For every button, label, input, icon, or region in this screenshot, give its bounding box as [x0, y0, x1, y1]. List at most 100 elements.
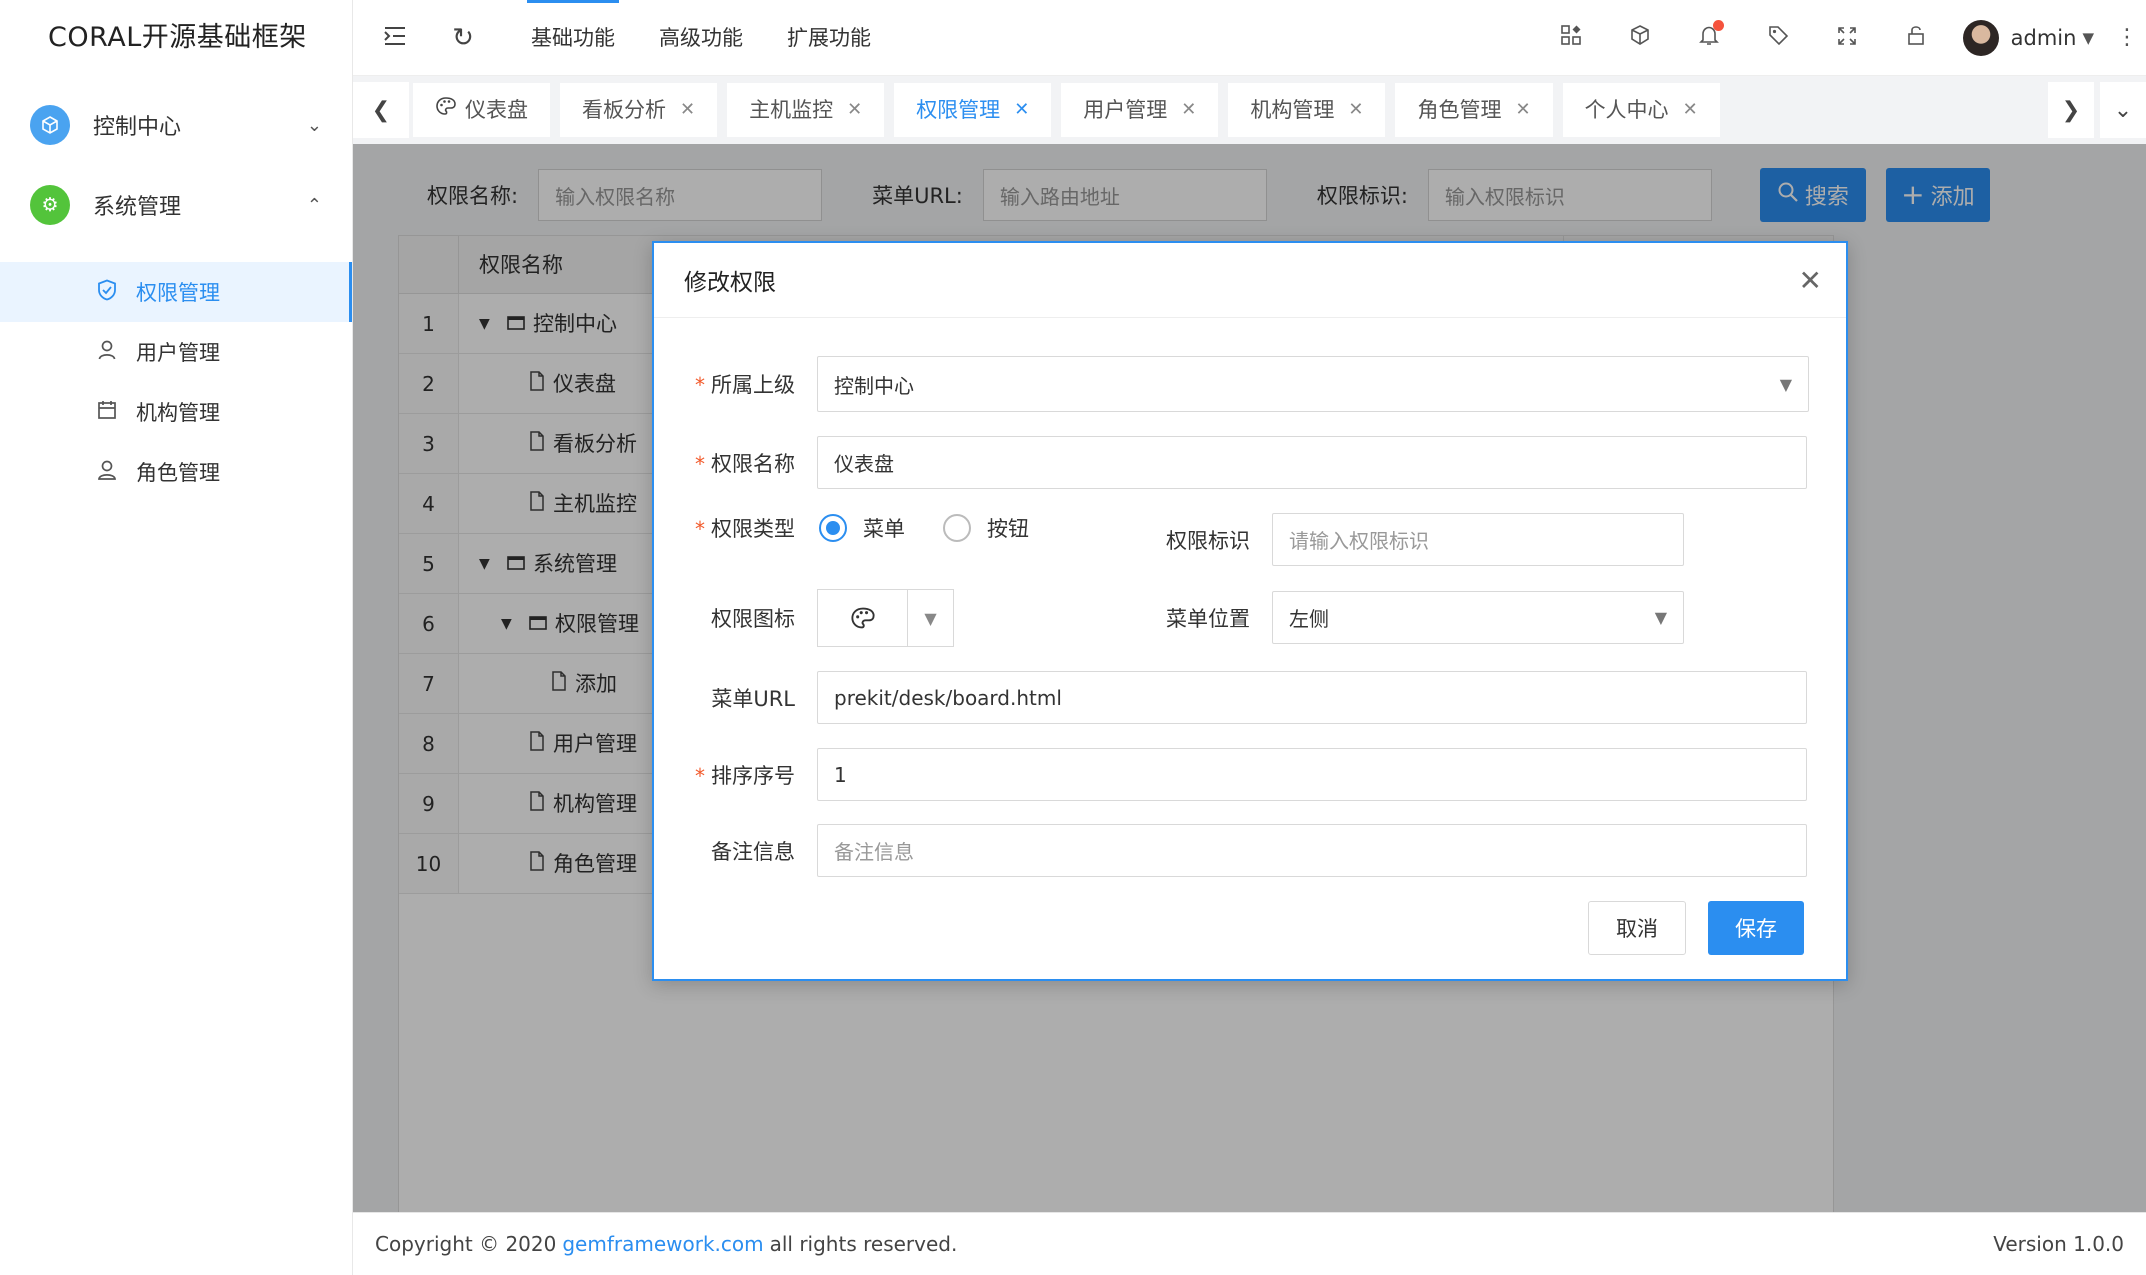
- key-input[interactable]: 请输入权限标识: [1272, 513, 1684, 566]
- tag-icon[interactable]: [1744, 24, 1813, 52]
- menu-group-control-center[interactable]: 控制中心 ⌄: [0, 84, 352, 166]
- remark-input[interactable]: 备注信息: [817, 824, 1807, 877]
- name-input[interactable]: 仪表盘: [817, 436, 1807, 489]
- required-mark: *: [695, 451, 705, 476]
- icon-picker[interactable]: ▼: [817, 589, 954, 647]
- sidebar-item-label: 用户管理: [136, 341, 220, 365]
- sidebar: CORAL开源基础框架 控制中心 ⌄ ⚙ 系统管理 ⌃ 权限管理 用户管理 机构…: [0, 0, 353, 1275]
- name-row: * 权限名称 仪表盘: [654, 436, 1807, 489]
- order-row: * 排序序号 1: [654, 748, 1807, 801]
- url-input[interactable]: prekit/desk/board.html: [817, 671, 1807, 724]
- gear-icon: ⚙: [30, 185, 70, 225]
- rights-text: all rights reserved.: [769, 1232, 958, 1256]
- bell-icon[interactable]: [1675, 19, 1744, 52]
- footer-link[interactable]: gemframework.com: [562, 1232, 763, 1256]
- tabs-right-icon[interactable]: ❯: [2048, 82, 2094, 138]
- position-row: 菜单位置 左侧 ▼: [1109, 591, 1684, 644]
- sidebar-item-roles[interactable]: 角色管理: [0, 442, 352, 502]
- tab-label: 主机监控: [749, 98, 834, 122]
- sidebar-item-organizations[interactable]: 机构管理: [0, 382, 352, 442]
- parent-label-text: 所属上级: [711, 373, 795, 397]
- parent-select-value: 控制中心: [834, 373, 914, 398]
- radio-menu[interactable]: [819, 514, 847, 542]
- name-label-text: 权限名称: [711, 451, 795, 476]
- tab-users[interactable]: 用户管理 ✕: [1061, 83, 1219, 137]
- tab-roles[interactable]: 角色管理 ✕: [1395, 83, 1553, 137]
- apps-icon[interactable]: [1537, 24, 1606, 52]
- chevron-down-icon: ⌄: [306, 114, 322, 136]
- box-icon[interactable]: [1606, 24, 1675, 52]
- top-right-tools: admin ▼ ⋮: [1537, 0, 2146, 76]
- username[interactable]: admin: [2011, 26, 2077, 50]
- tab-label: 个人中心: [1584, 98, 1669, 122]
- menu-collapse-icon[interactable]: [361, 23, 429, 53]
- save-button[interactable]: 保存: [1708, 901, 1804, 955]
- name-label: * 权限名称: [654, 448, 795, 478]
- key-row: 权限标识 请输入权限标识: [1109, 513, 1684, 566]
- menu-group-label: 系统管理: [93, 195, 182, 220]
- top-nav: 基础功能 高级功能 扩展功能: [509, 0, 893, 76]
- palette-icon: [818, 590, 908, 646]
- refresh-icon[interactable]: ↻: [429, 23, 497, 53]
- order-label: * 排序序号: [654, 760, 795, 790]
- caret-down-icon[interactable]: ▼: [2082, 29, 2094, 47]
- required-mark: *: [695, 517, 705, 541]
- close-icon[interactable]: ✕: [1799, 264, 1822, 297]
- tabs-menu-icon[interactable]: ⌄: [2100, 82, 2146, 138]
- fullscreen-icon[interactable]: [1813, 24, 1882, 52]
- tab-label: 用户管理: [1083, 98, 1168, 122]
- close-icon[interactable]: ✕: [1181, 83, 1196, 137]
- tabs-bar: ❮ 仪表盘 看板分析 ✕ 主机监控 ✕ 权限管理 ✕ 用户管理 ✕ 机构管理 ✕ 角色管理…: [353, 76, 2146, 144]
- url-row: 菜单URL prekit/desk/board.html: [654, 671, 1807, 724]
- shield-icon: [94, 279, 120, 306]
- remark-row: 备注信息 备注信息: [654, 824, 1807, 877]
- close-icon[interactable]: ✕: [1014, 83, 1029, 137]
- type-button-option[interactable]: 按钮: [943, 513, 1029, 543]
- dialog-title: 修改权限: [684, 270, 776, 296]
- close-icon[interactable]: ✕: [847, 83, 862, 137]
- parent-label: * 所属上级: [654, 369, 795, 399]
- tabs-left-icon[interactable]: ❮: [353, 82, 409, 138]
- top-nav-basic[interactable]: 基础功能: [509, 0, 637, 76]
- sidebar-item-label: 角色管理: [136, 461, 220, 485]
- close-icon[interactable]: ✕: [1515, 83, 1530, 137]
- tab-dashboard[interactable]: 仪表盘: [413, 83, 550, 137]
- parent-select[interactable]: 控制中心 ▼: [817, 356, 1809, 412]
- position-label: 菜单位置: [1166, 606, 1250, 631]
- tab-permission[interactable]: 权限管理 ✕: [894, 83, 1052, 137]
- tab-organizations[interactable]: 机构管理 ✕: [1228, 83, 1386, 137]
- close-icon[interactable]: ✕: [680, 83, 695, 137]
- caret-down-icon: ▼: [1779, 374, 1792, 394]
- dialog-header: 修改权限 ✕: [654, 243, 1846, 318]
- icon-row: 权限图标 ▼: [654, 589, 954, 647]
- order-input[interactable]: 1: [817, 748, 1807, 801]
- icon-label: 权限图标: [711, 607, 795, 631]
- sidebar-item-permission[interactable]: 权限管理: [0, 262, 352, 322]
- avatar[interactable]: [1962, 19, 1999, 56]
- tabs-end-controls: ❯ ⌄: [2048, 82, 2146, 138]
- chevron-up-icon: ⌃: [306, 194, 322, 216]
- cancel-button[interactable]: 取消: [1588, 901, 1686, 955]
- tab-board-analysis[interactable]: 看板分析 ✕: [560, 83, 718, 137]
- type-menu-option[interactable]: 菜单: [819, 513, 905, 543]
- top-nav-extended[interactable]: 扩展功能: [765, 0, 893, 76]
- tab-host-monitor[interactable]: 主机监控 ✕: [727, 83, 885, 137]
- notification-dot: [1712, 19, 1724, 31]
- close-icon[interactable]: ✕: [1348, 83, 1363, 137]
- palette-icon: [435, 83, 457, 137]
- menu-group-system-management[interactable]: ⚙ 系统管理 ⌃: [0, 164, 352, 246]
- top-nav-advanced[interactable]: 高级功能: [637, 0, 765, 76]
- radio-button[interactable]: [943, 514, 971, 542]
- tab-label: 角色管理: [1417, 98, 1502, 122]
- position-select[interactable]: 左侧 ▼: [1272, 591, 1684, 644]
- tab-label: 机构管理: [1250, 98, 1335, 122]
- sidebar-item-users[interactable]: 用户管理: [0, 322, 352, 382]
- tab-profile[interactable]: 个人中心 ✕: [1562, 83, 1720, 137]
- lock-icon[interactable]: [1882, 24, 1951, 52]
- version-text: Version 1.0.0: [1993, 1232, 2124, 1256]
- close-icon[interactable]: ✕: [1683, 83, 1698, 137]
- more-vertical-icon[interactable]: ⋮: [2116, 25, 2138, 50]
- sidebar-item-label: 权限管理: [136, 281, 220, 305]
- calendar-icon: [94, 400, 120, 425]
- tab-label: 权限管理: [916, 98, 1001, 122]
